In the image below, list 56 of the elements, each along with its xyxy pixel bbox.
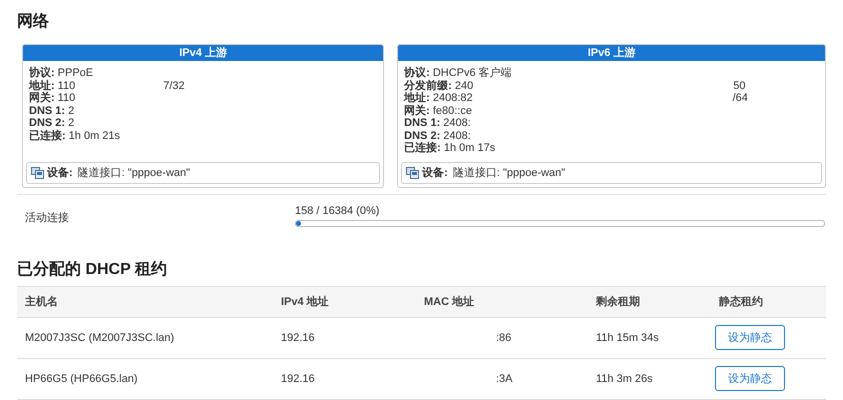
column-header: 静态租约	[718, 294, 764, 309]
field-value: 隧道接口: "pppoe-wan"	[78, 166, 190, 180]
field-label: 已连接:	[404, 142, 441, 154]
field-label: DNS 1:	[404, 117, 440, 130]
field-value: 2408:	[443, 117, 471, 130]
field-label: DNS 2:	[29, 117, 66, 130]
field-label: 地址:	[404, 92, 430, 104]
table-cell-text: M2007J3SC (M2007J3SC.lan)	[24, 332, 176, 344]
field-label: 设备:	[422, 166, 448, 180]
network-device-icon	[31, 166, 44, 178]
column-header: 剩余租期	[595, 294, 641, 309]
field-value: 1h 0m 21s	[68, 130, 120, 142]
progress-reading: 158 / 16384 (0%)	[295, 204, 380, 216]
table-cell-text: 192.16	[280, 372, 316, 384]
field-value: 2	[68, 104, 74, 117]
field-label: 网关:	[29, 92, 55, 104]
field-label: 分发前缀:	[404, 80, 452, 92]
column-header: IPv4 地址	[280, 294, 330, 309]
table-cell-text: 192.16	[280, 332, 316, 344]
field-label: DNS 1:	[29, 104, 66, 117]
table-cell-text: :86	[495, 332, 512, 344]
set-static-button[interactable]: 设为静态	[715, 325, 785, 350]
field-label: 协议:	[404, 67, 430, 80]
section-title: 网络	[17, 12, 50, 32]
field-value: DHCPv6 客户端	[432, 67, 512, 80]
field-label: 网关:	[404, 104, 430, 117]
field-value: 2408:82	[432, 92, 473, 104]
field-value: 110	[58, 80, 76, 92]
network-device-icon	[406, 166, 420, 178]
table-cell-text: :3A	[495, 372, 514, 384]
field-value: 2	[68, 117, 74, 130]
field-value: 1h 0m 17s	[444, 142, 496, 154]
field-value: PPPoE	[58, 67, 94, 80]
panel-header: IPv4 上游	[23, 45, 384, 61]
field-label: 协议:	[29, 67, 55, 80]
set-static-button[interactable]: 设为静态	[715, 366, 785, 391]
field-label: 地址:	[29, 80, 55, 92]
field-value: 2408:	[443, 130, 471, 142]
table-cell-text: HP66G5 (HP66G5.lan)	[24, 372, 138, 384]
field-label: DNS 2:	[404, 130, 440, 142]
field-value: fe80::ce	[432, 104, 472, 117]
field-label: 已连接:	[29, 130, 66, 142]
field-value: 110	[58, 92, 76, 104]
field-label: 设备:	[47, 166, 73, 180]
panel-header: IPv6 上游	[398, 45, 825, 61]
column-header: MAC 地址	[423, 294, 476, 309]
field-value: 7/32	[163, 80, 185, 92]
field-value: 50	[733, 80, 746, 92]
field-value: 隧道接口: "pppoe-wan"	[452, 166, 566, 180]
section-title: 已分配的 DHCP 租约	[17, 260, 168, 280]
table-cell-text: 11h 3m 26s	[595, 372, 654, 384]
column-header: 主机名	[24, 294, 59, 309]
table-cell-text: 11h 15m 34s	[595, 332, 660, 344]
field-value: /64	[732, 92, 748, 104]
field-value: 240	[454, 80, 474, 92]
field-label: 活动连接	[25, 210, 70, 226]
